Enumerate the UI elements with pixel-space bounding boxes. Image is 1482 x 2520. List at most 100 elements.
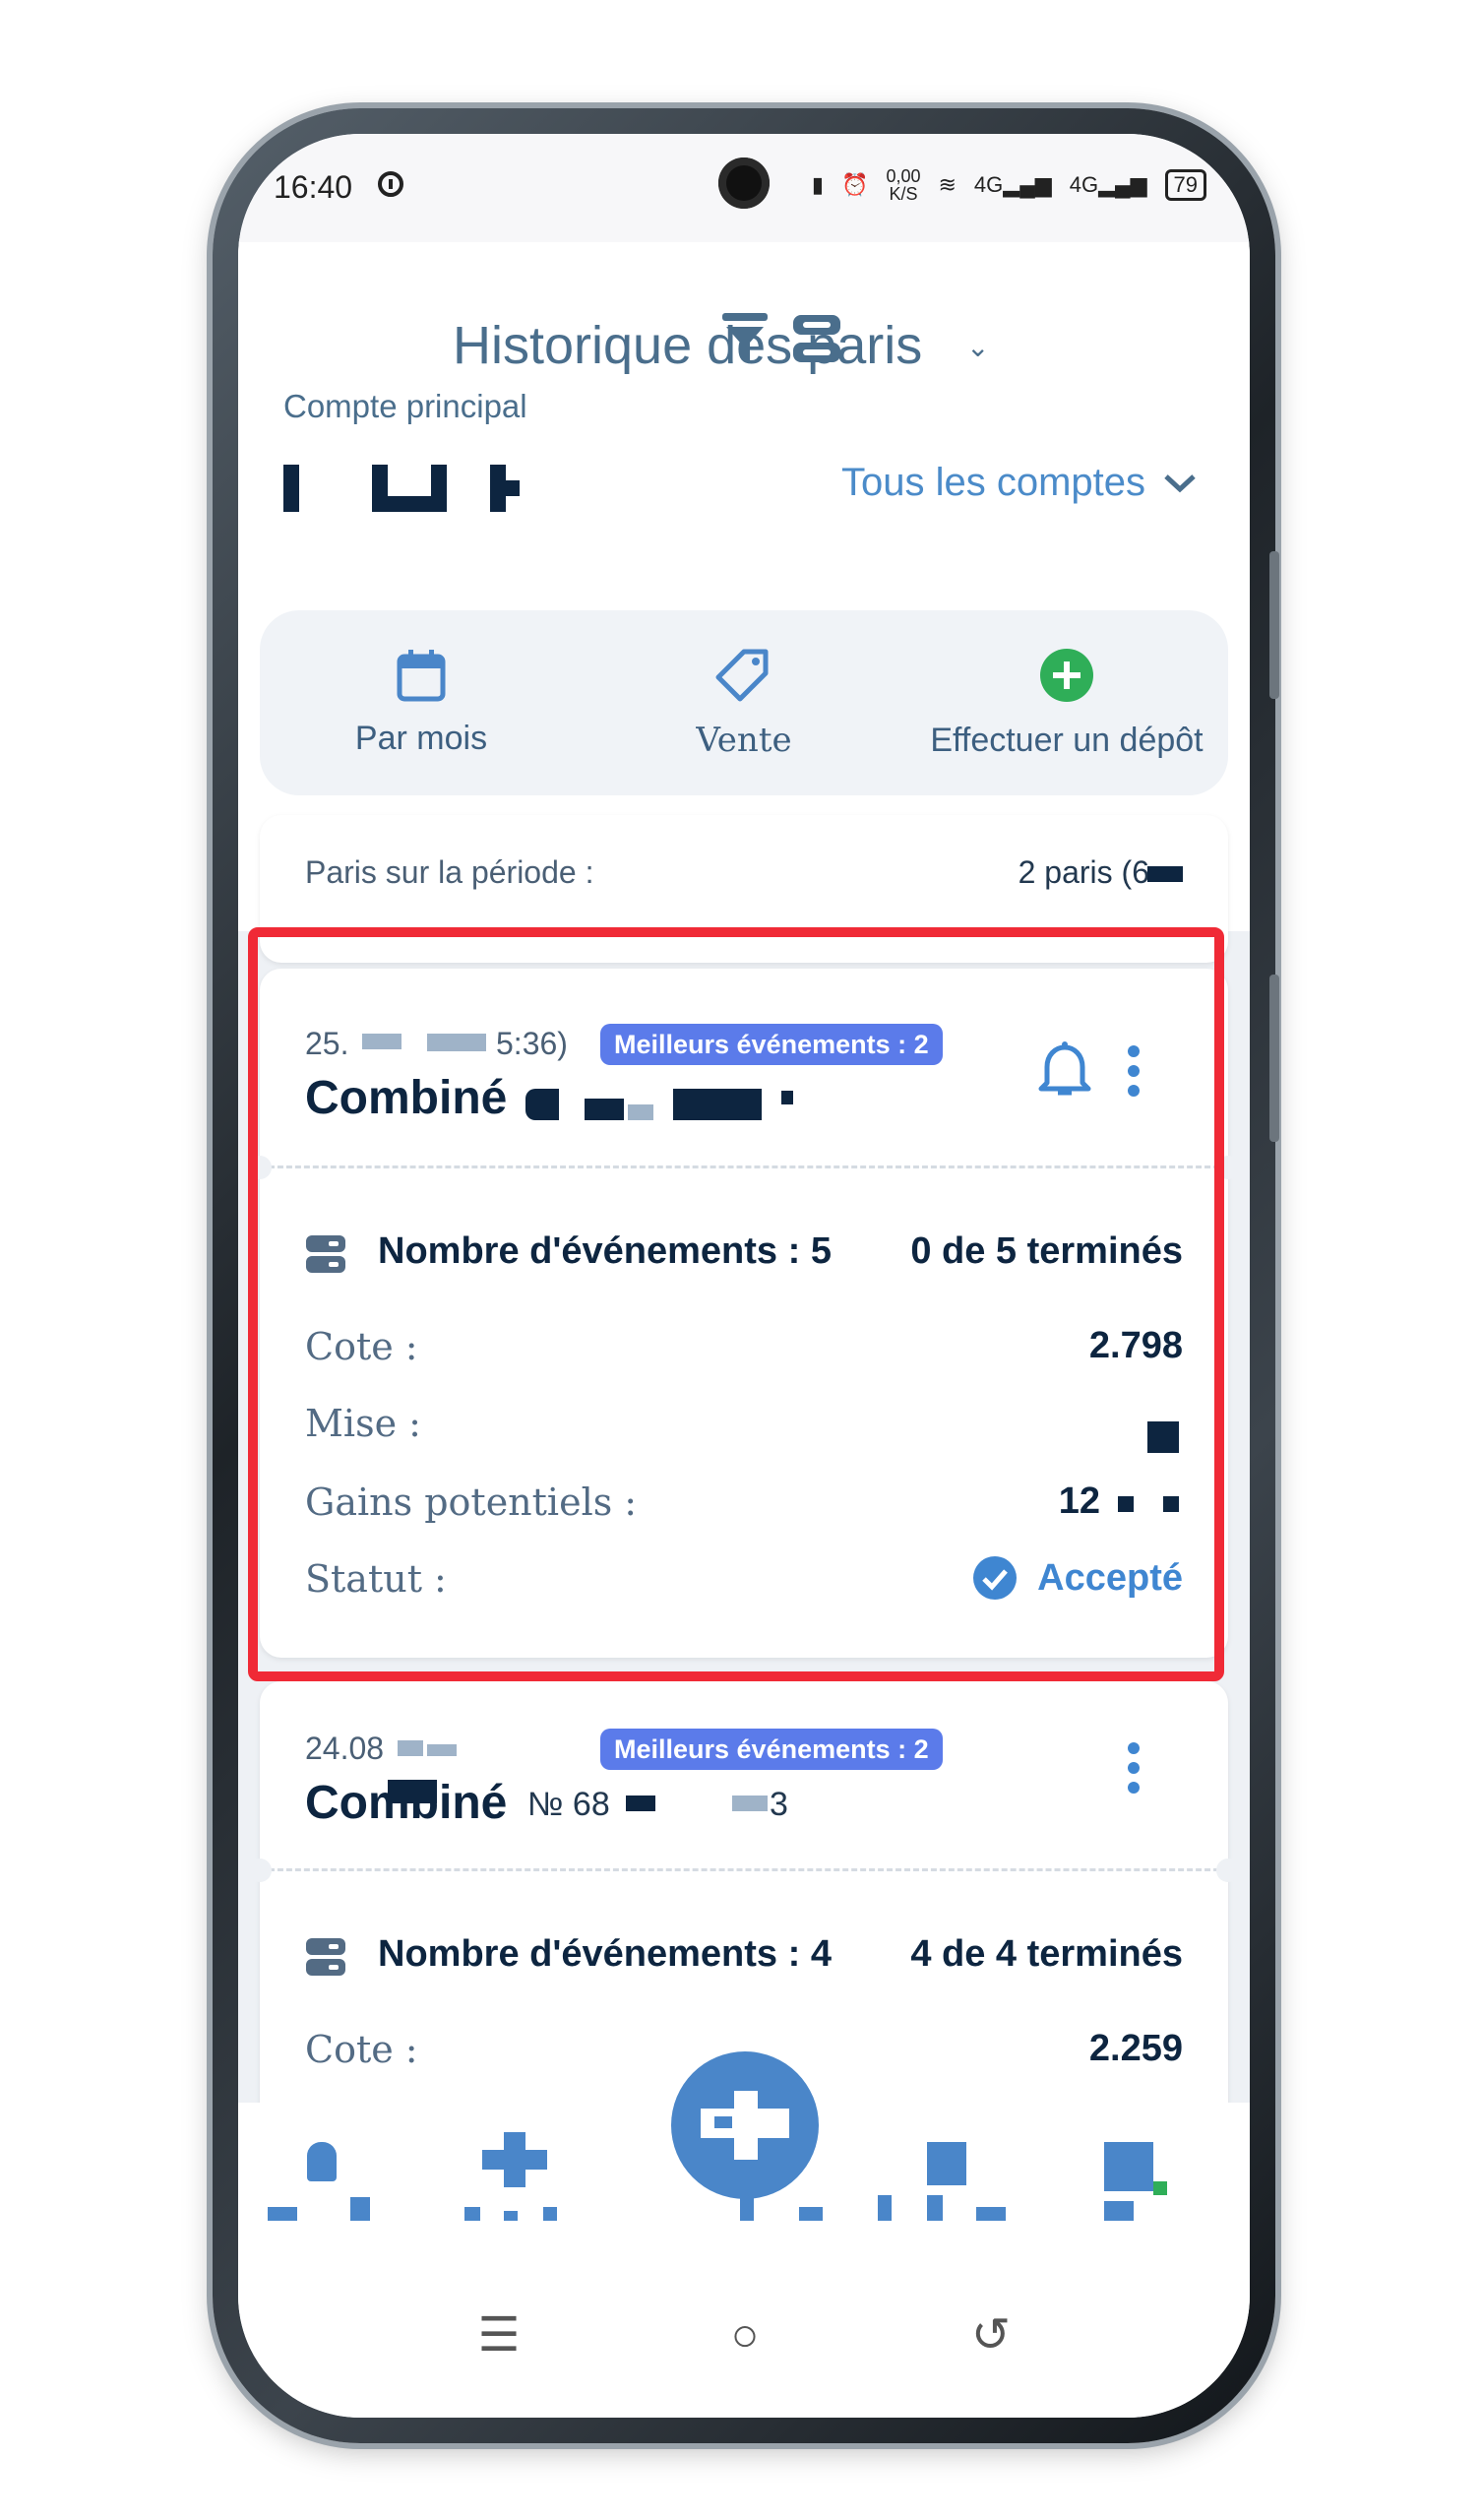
chevron-down-icon[interactable]: ⌄: [966, 331, 989, 363]
potential-gains-value: 12: [1058, 1480, 1100, 1522]
battery-icon: 79: [1164, 169, 1206, 201]
back-button[interactable]: ↺: [957, 2301, 1025, 2370]
chevron-down-icon: [1164, 473, 1196, 492]
by-month-label: Par mois: [354, 719, 488, 757]
sale-button[interactable]: Vente: [583, 610, 905, 795]
ticket-icon: [701, 2091, 789, 2160]
events-status: 4 de 4 terminés: [910, 1933, 1183, 1975]
system-navigation: ☰ ○ ↺: [238, 2260, 1250, 2418]
betslip-fab[interactable]: [671, 2051, 819, 2199]
best-events-badge: Meilleurs événements : 2: [600, 1729, 943, 1770]
ticket-notch: [248, 1156, 272, 1179]
bet-time: 5:36): [496, 1026, 568, 1061]
filter-icon[interactable]: [720, 311, 770, 366]
home-button[interactable]: ○: [710, 2301, 779, 2370]
all-accounts-label: Tous les comptes: [840, 461, 1145, 504]
events-count: Nombre d'événements : 5: [378, 1230, 832, 1272]
ticket-notch: [248, 1858, 272, 1882]
bet-card-1[interactable]: 25. 5:36) Meilleurs événements : 2 Combi…: [248, 969, 1240, 1658]
recent-apps-button[interactable]: ☰: [464, 2301, 533, 2370]
network-unit: K/S: [889, 184, 918, 204]
vibrate-icon: ▮: [811, 172, 825, 197]
events-icon: [306, 1235, 345, 1273]
ticket-divider: [260, 1868, 1228, 1871]
redacted-block: [388, 1780, 437, 1803]
redacted-block: [427, 1034, 486, 1051]
sale-label: Vente: [696, 721, 792, 760]
by-month-button[interactable]: Par mois: [260, 610, 583, 795]
signal-icon-2: 4G▂▄▆: [1069, 172, 1147, 197]
potential-gains-label: Gains potentiels :: [305, 1480, 638, 1524]
nav-item-sports[interactable]: [464, 2132, 573, 2240]
dnd-icon: [378, 171, 403, 197]
events-count: Nombre d'événements : 4: [378, 1933, 832, 1975]
volume-button: [1269, 551, 1279, 699]
nav-item-popular[interactable]: [268, 2132, 376, 2240]
nav-item-history[interactable]: [878, 2132, 1006, 2240]
deposit-label: Effectuer un dépôt: [930, 721, 1204, 759]
status-bar: 16:40 ▮ ⏰ 0,00 K/S ≋ 4G▂▄▆ 4G▂▄▆ 79: [238, 134, 1250, 242]
odds-label: Cote :: [305, 1325, 418, 1368]
check-circle-icon: [973, 1556, 1018, 1600]
bet-number: № 68: [527, 1786, 610, 1823]
bell-icon[interactable]: [1037, 1040, 1092, 1099]
ticket-notch: [1216, 1156, 1240, 1179]
ticket-notch: [1216, 1858, 1240, 1882]
signal-icon-1: 4G▂▄▆: [973, 172, 1052, 197]
redacted-block: [732, 1796, 768, 1811]
layout-toggle-icon[interactable]: [791, 313, 842, 364]
status-value: Accepté: [1037, 1556, 1183, 1599]
redacted-block: [427, 1744, 457, 1756]
nav-item-menu[interactable]: [1104, 2132, 1212, 2240]
power-button: [1269, 975, 1279, 1142]
account-balance-redacted: [283, 465, 520, 514]
status-accepted: Accepté: [972, 1555, 1183, 1601]
all-accounts-dropdown[interactable]: Tous les comptes: [841, 461, 1197, 505]
quick-actions: Par mois Vente Effectuer un dépôt: [260, 610, 1228, 795]
bet-number-end: 3: [770, 1786, 788, 1823]
calendar-icon: [397, 649, 446, 701]
network-speed: 0,00: [886, 166, 921, 186]
redacted-block: [1163, 1496, 1179, 1512]
more-vertical-icon[interactable]: [1126, 1043, 1142, 1099]
tag-icon: [715, 649, 769, 702]
redacted-block: [525, 1089, 559, 1120]
redacted-block: [781, 1091, 793, 1104]
redacted-block: [585, 1099, 624, 1120]
wifi-icon: ≋: [938, 172, 957, 197]
events-status: 0 de 5 terminés: [910, 1230, 1183, 1272]
status-label: Statut :: [305, 1557, 447, 1601]
ticket-divider: [260, 1166, 1228, 1168]
redacted-block: [628, 1104, 653, 1120]
bet-title: Combiné: [305, 1072, 508, 1124]
more-vertical-icon[interactable]: [1126, 1740, 1142, 1796]
status-icons: ▮ ⏰ 0,00 K/S ≋ 4G▂▄▆ 4G▂▄▆ 79: [812, 167, 1206, 203]
period-value: 2 paris (6: [1018, 854, 1149, 890]
redacted-block: [398, 1740, 423, 1756]
flame-icon: [307, 2142, 337, 2181]
page-title[interactable]: Historique des paris: [453, 315, 922, 376]
period-label: Paris sur la période :: [305, 854, 594, 890]
redacted-block: [626, 1796, 655, 1811]
plus-circle-icon: [1040, 648, 1093, 702]
stake-value-redacted: [1147, 1421, 1179, 1453]
account-label: Compte principal: [283, 388, 527, 424]
odds-label: Cote :: [305, 2028, 418, 2071]
redacted-block: [1147, 866, 1183, 882]
deposit-button[interactable]: Effectuer un dépôt: [905, 610, 1228, 795]
download-icon: [927, 2142, 966, 2185]
stake-label: Mise :: [305, 1402, 421, 1445]
redacted-block: [673, 1089, 762, 1120]
bet-date: 24.08: [305, 1731, 385, 1766]
redacted-block: [1118, 1496, 1134, 1512]
odds-value: 2.259: [1088, 2028, 1183, 2069]
events-icon: [306, 1938, 345, 1976]
best-events-badge: Meilleurs événements : 2: [600, 1024, 943, 1065]
bet-date: 25.: [305, 1026, 349, 1061]
status-time: 16:40: [274, 169, 353, 205]
menu-icon: [1104, 2142, 1153, 2191]
odds-value: 2.798: [1088, 1325, 1183, 1366]
period-summary: Paris sur la période : 2 paris (6: [260, 815, 1228, 963]
front-camera: [718, 158, 770, 209]
alarm-icon: ⏰: [841, 172, 869, 197]
